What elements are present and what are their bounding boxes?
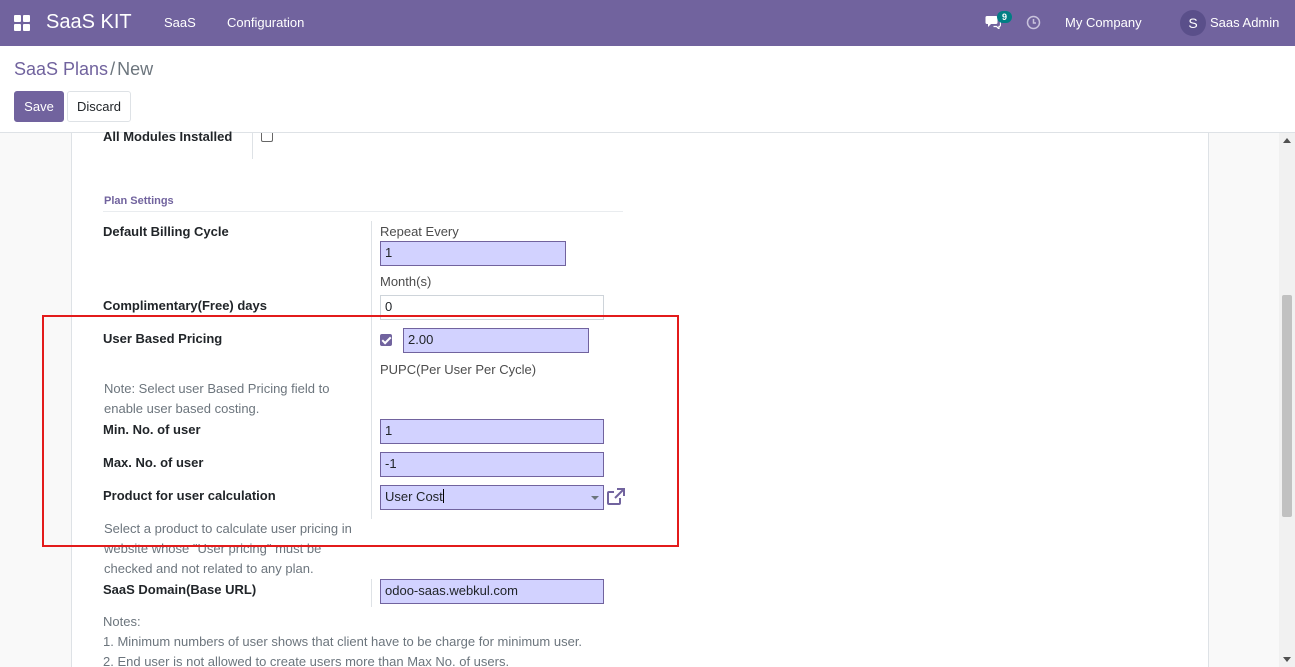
menu-configuration[interactable]: Configuration <box>227 15 304 30</box>
repeat-every-label: Repeat Every <box>380 224 459 239</box>
notes-block: Notes: 1. Minimum numbers of user shows … <box>103 612 582 667</box>
label-column-divider <box>371 221 372 519</box>
user-menu[interactable]: Saas Admin <box>1210 15 1279 30</box>
note-line: 2. End user is not allowed to create use… <box>103 654 510 667</box>
billing-cycle-label: Default Billing Cycle <box>103 224 229 239</box>
product-note-line: website whose "User pricing" must be <box>104 541 322 556</box>
max-users-input[interactable]: -1 <box>380 452 604 477</box>
breadcrumb: SaaS Plans / New <box>14 59 153 80</box>
all-modules-label: All Modules Installed <box>103 129 233 144</box>
product-note-line: checked and not related to any plan. <box>104 561 314 576</box>
scroll-down-arrow-icon[interactable] <box>1283 657 1291 662</box>
notes-title: Notes: <box>103 614 141 629</box>
caret-down-icon[interactable] <box>591 496 599 500</box>
breadcrumb-parent[interactable]: SaaS Plans <box>14 59 108 79</box>
scroll-up-arrow-icon[interactable] <box>1283 138 1291 143</box>
product-select[interactable]: User Cost <box>380 485 604 510</box>
free-days-input[interactable]: 0 <box>380 295 604 320</box>
chat-badge: 9 <box>997 11 1013 23</box>
control-panel: SaaS Plans / New Save Discard <box>0 46 1295 133</box>
external-link-icon[interactable] <box>606 488 626 506</box>
section-plan-settings: Plan Settings <box>104 195 174 207</box>
min-users-label: Min. No. of user <box>103 422 201 437</box>
breadcrumb-current: New <box>117 59 154 79</box>
product-label: Product for user calculation <box>103 488 276 503</box>
breadcrumb-separator: / <box>110 59 116 79</box>
user-pricing-note-line: enable user based costing. <box>104 401 260 416</box>
avatar[interactable]: S <box>1180 10 1206 36</box>
domain-label: SaaS Domain(Base URL) <box>103 582 257 597</box>
menu-saas[interactable]: SaaS <box>164 15 196 30</box>
user-pricing-input[interactable]: 2.00 <box>403 328 589 353</box>
app-brand[interactable]: SaaS KIT <box>46 11 132 34</box>
save-button[interactable]: Save <box>14 91 64 122</box>
months-label: Month(s) <box>380 274 432 289</box>
field-divider <box>252 133 253 159</box>
domain-input[interactable]: odoo-saas.webkul.com <box>380 579 604 604</box>
user-pricing-note-line: Note: Select user Based Pricing field to <box>104 381 330 396</box>
discard-button[interactable]: Discard <box>67 91 131 122</box>
text-cursor <box>442 489 444 503</box>
scroll-thumb[interactable] <box>1282 295 1292 517</box>
field-divider <box>371 579 372 607</box>
scrollbar[interactable] <box>1279 133 1295 667</box>
product-note-line: Select a product to calculate user prici… <box>104 521 352 536</box>
product-note: Select a product to calculate user prici… <box>104 519 352 579</box>
user-pricing-note: Note: Select user Based Pricing field to… <box>104 379 329 419</box>
apps-grid-icon[interactable] <box>14 15 30 31</box>
min-users-input[interactable]: 1 <box>380 419 604 444</box>
company-switcher[interactable]: My Company <box>1065 15 1142 30</box>
user-pricing-checkbox[interactable] <box>380 334 392 346</box>
top-navbar: SaaS KIT SaaS Configuration 9 My Company… <box>0 0 1295 46</box>
section-divider <box>103 211 623 212</box>
pupc-label: PUPC(Per User Per Cycle) <box>380 362 537 377</box>
note-line: 1. Minimum numbers of user shows that cl… <box>103 634 583 649</box>
repeat-every-input[interactable]: 1 <box>380 241 566 266</box>
clock-icon[interactable] <box>1026 15 1041 30</box>
max-users-label: Max. No. of user <box>103 455 204 470</box>
user-pricing-label: User Based Pricing <box>103 331 223 346</box>
product-select-value: User Cost <box>385 489 443 504</box>
all-modules-checkbox[interactable] <box>261 133 273 142</box>
free-days-label: Complimentary(Free) days <box>103 298 267 313</box>
